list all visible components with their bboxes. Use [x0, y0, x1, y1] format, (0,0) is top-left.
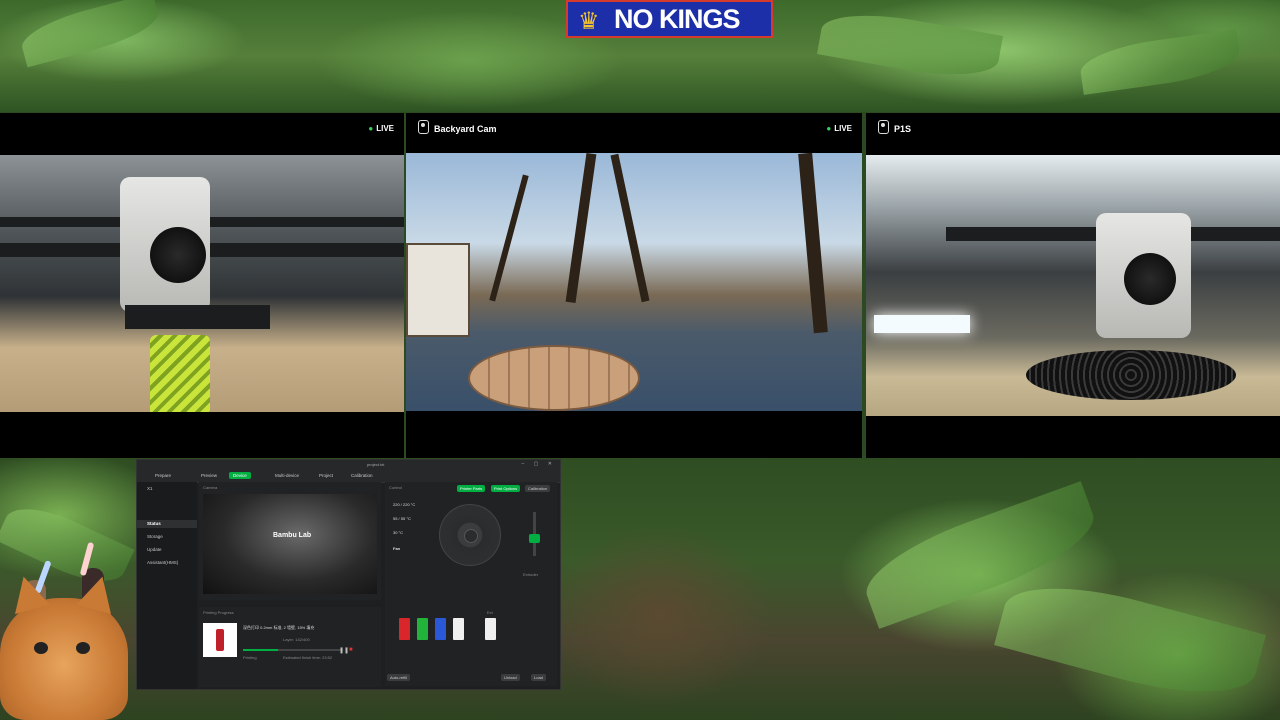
camera-header: Backyard Cam ● LIVE	[406, 113, 862, 153]
ext-label: Ext	[487, 610, 493, 615]
calibration-button[interactable]: Calibration	[525, 485, 551, 492]
pause-icon[interactable]: ❚❚	[339, 647, 349, 654]
ams-slot-3[interactable]	[435, 618, 446, 640]
kitten-avatar	[0, 571, 128, 720]
live-badge: ● LIVE	[368, 124, 394, 133]
camera-icon	[878, 120, 889, 134]
fan-label[interactable]: Fan	[393, 546, 400, 551]
green-print-object	[150, 335, 210, 412]
fan-icon	[150, 227, 206, 283]
light-bar	[874, 315, 970, 333]
unload-button[interactable]: Unload	[501, 674, 520, 681]
tree-trunk	[565, 153, 597, 303]
tab-preview[interactable]: Preview	[197, 472, 221, 479]
auto-refill-button[interactable]: Auto-refill	[387, 674, 410, 681]
tree-trunk	[610, 153, 650, 303]
app-title-bar: project.txt – ▢ ✕	[137, 460, 560, 470]
tab-project[interactable]: Project	[315, 472, 337, 479]
window-title: project.txt	[367, 462, 385, 467]
external-spool[interactable]	[485, 618, 496, 640]
print-job-section: Printing Progress 深色打印 0.2mm 标准, 2 墙壁, 1…	[199, 607, 381, 687]
ams-slot-2[interactable]	[417, 618, 428, 640]
sidebar-item-storage[interactable]: Storage	[147, 534, 163, 539]
camera-feed-backyard[interactable]	[406, 153, 862, 411]
tab-multi-device[interactable]: Multi-device	[271, 472, 303, 479]
camera-title: P1S	[894, 124, 912, 134]
device-sidebar: X1 Status Storage Update Assistant(HMS)	[137, 482, 197, 689]
axis-jog-control[interactable]	[439, 504, 501, 566]
ams-slot-4[interactable]	[453, 618, 464, 640]
progress-fill	[243, 649, 278, 651]
tab-prepare[interactable]: Prepare	[151, 472, 175, 479]
tab-device[interactable]: Device	[229, 472, 251, 479]
tree-trunk	[798, 153, 828, 334]
no-kings-logo: ♛ NO KINGS	[566, 0, 773, 38]
control-section: Control Printer Parts Print Options Cali…	[385, 482, 557, 686]
printing-progress-label: Printing Progress	[203, 610, 234, 615]
camera-feed-printer-1[interactable]	[0, 155, 404, 412]
camera-section-label: Camera	[203, 485, 218, 490]
black-print-object	[1026, 350, 1236, 400]
nozzle-temp[interactable]: 220 / 220 °C	[393, 502, 415, 507]
printer-parts-button[interactable]: Printer Parts	[457, 485, 486, 492]
camera-title: Backyard Cam	[434, 124, 497, 134]
cat-eye	[34, 642, 48, 654]
printer-camera-view[interactable]: Bambu Lab	[203, 494, 377, 594]
print-thumbnail	[203, 623, 237, 657]
sidebar-item-update[interactable]: Update	[147, 547, 162, 552]
live-dot-icon: ●	[826, 124, 832, 133]
job-title: 深色打印 0.2mm 标准, 2 墙壁, 15% 填充	[243, 625, 315, 630]
camera-header: P1S	[866, 113, 1280, 153]
tree-trunk	[489, 174, 529, 302]
home-button[interactable]	[464, 529, 478, 543]
house	[406, 243, 470, 337]
tab-calibration[interactable]: Calibration	[347, 472, 377, 479]
camera-panel-1: ● LIVE	[0, 113, 404, 458]
live-badge: ● LIVE	[826, 124, 852, 133]
finish-time: Estimated finish time: 23:52	[283, 655, 333, 660]
ams-slot-1[interactable]	[399, 618, 410, 640]
camera-section: Camera Bambu Lab	[199, 482, 381, 600]
camera-feed-p1s[interactable]	[866, 155, 1280, 416]
fan-icon	[1124, 253, 1176, 305]
extruder-label: Extruder	[523, 572, 539, 577]
printer-selector[interactable]: X1	[147, 486, 153, 491]
sidebar-item-assistant[interactable]: Assistant(HMS)	[147, 560, 178, 565]
stage-text: Printing	[243, 655, 257, 660]
fire-pit	[468, 345, 640, 411]
load-button[interactable]: Load	[531, 674, 546, 681]
toolhead-base	[125, 305, 270, 329]
sidebar-selection	[137, 520, 197, 528]
bambu-studio-window: project.txt – ▢ ✕ Prepare Preview Device…	[136, 459, 561, 690]
print-progress-bar	[243, 649, 343, 651]
stop-icon[interactable]: ■	[349, 647, 353, 653]
logo-text: NO KINGS	[614, 4, 741, 34]
live-dot-icon: ●	[368, 124, 374, 133]
sidebar-item-status[interactable]: Status	[147, 521, 161, 526]
print-options-button[interactable]: Print Options	[491, 485, 521, 492]
crown-icon: ♛	[578, 8, 600, 35]
camera-panel-3: P1S	[866, 113, 1280, 458]
control-section-label: Control	[389, 485, 402, 490]
extruder-knob-icon[interactable]	[529, 534, 540, 543]
bambu-lab-logo: Bambu Lab	[273, 532, 312, 539]
camera-panel-2: Backyard Cam ● LIVE	[406, 113, 862, 458]
chamber-temp: 30 °C	[393, 530, 404, 535]
window-controls[interactable]: – ▢ ✕	[522, 461, 556, 467]
camera-icon	[418, 120, 429, 134]
bed-temp[interactable]: 55 / 55 °C	[393, 516, 411, 521]
layer-text: Layer: 142/400	[283, 637, 310, 642]
camera-header: ● LIVE	[0, 113, 404, 153]
cat-eye	[76, 642, 90, 654]
